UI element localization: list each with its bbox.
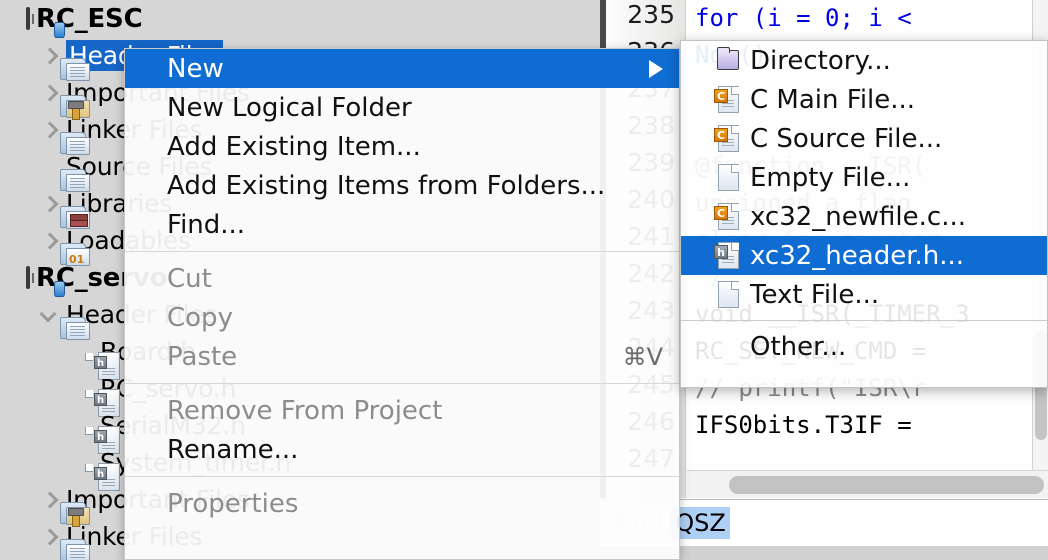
directory-icon [715,46,741,76]
submenu-separator [681,320,1047,321]
context-menu-item-label: Find... [167,209,246,240]
tree-row[interactable]: RC_ESC [0,0,600,38]
chevron-right-icon[interactable] [38,74,60,111]
horizontal-scroll-thumb[interactable] [729,476,1044,494]
tree-row-label: RC_ESC [36,3,143,34]
c-file-icon: C [714,202,741,232]
code-line-text: IFS0bits.T3IF = [695,411,912,439]
editor-horizontal-scrollbar[interactable] [687,470,1048,498]
context-menu-item[interactable]: Rename... [125,430,679,469]
blank-file-icon [715,163,741,193]
context-menu-item-label: Copy [167,302,233,333]
context-menu-item-label: Remove From Project [167,395,443,426]
submenu-item[interactable]: Text File... [681,275,1047,314]
submenu-item-label: C Source File... [750,123,943,154]
submenu-item[interactable]: C C Source File... [681,119,1047,158]
menu-separator [125,251,679,252]
context-menu-item-label: Rename... [167,434,299,465]
chevron-right-icon[interactable] [38,111,60,148]
tree-row-icon [26,266,65,297]
context-menu-item-label: Properties [167,488,299,519]
c-file-icon: C [714,85,741,115]
code-line: IFS0bits.T3IF = [687,407,1048,444]
chevron-right-icon[interactable] [38,518,60,555]
context-menu-item: Cut [125,259,679,298]
submenu-item-label: Other... [750,331,847,362]
project-chip-icon [26,7,65,38]
context-menu-item[interactable]: New Logical Folder [125,88,679,127]
context-menu-item-label: Cut [167,263,212,294]
chevron-right-icon[interactable] [38,222,60,259]
context-menu-item[interactable]: Add Existing Items from Folders... [125,166,679,205]
submenu-item[interactable]: Other... [681,327,1047,366]
new-submenu[interactable]: Directory... C C Main File... C C Source Fil… [680,40,1048,388]
context-menu-item-label: New Logical Folder [167,92,412,123]
chevron-right-icon[interactable] [38,37,60,74]
context-menu-item-label: Add Existing Items from Folders... [167,170,606,201]
code-line: for (i = 0; i < [687,0,1048,37]
submenu-arrow-icon [649,59,663,78]
code-line-text: for (i = 0; i < [695,4,912,32]
menu-separator [125,383,679,384]
submenu-item-label: xc32_newfile.c... [750,201,966,232]
context-menu-item: Remove From Project [125,391,679,430]
submenu-item-label: C Main File... [750,84,916,115]
tree-row-icon [26,7,65,38]
context-menu-item-label: Add Existing Item... [167,131,421,162]
context-menu-item: Paste ⌘V [125,337,679,376]
chevron-down-icon[interactable] [38,296,60,333]
context-menu-item[interactable]: Find... [125,205,679,244]
submenu-item-label: xc32_header.h... [750,240,965,271]
context-menu-item[interactable]: Add Existing Item... [125,127,679,166]
chevron-right-icon[interactable] [38,481,60,518]
submenu-item[interactable]: Empty File... [681,158,1047,197]
find-input[interactable]: QSZ [671,506,730,539]
no-icon [715,332,741,362]
context-menu-item-label: New [167,53,224,84]
submenu-item-label: Empty File... [750,162,911,193]
blank-file-icon [715,280,741,310]
context-menu-item[interactable]: New [125,49,679,88]
line-number: 235 [627,0,675,29]
submenu-item-label: Directory... [750,45,891,76]
submenu-item[interactable]: Cxc32_newfile.c... [681,197,1047,236]
submenu-item[interactable]: Directory... [681,41,1047,80]
menu-accelerator: ⌘V [622,342,663,371]
submenu-item[interactable]: h xc32_header.h... [681,236,1047,275]
header-file-icon: h [714,241,741,271]
submenu-item[interactable]: C C Main File... [681,80,1047,119]
context-menu-item: Copy [125,298,679,337]
project-chip-icon [26,266,65,297]
c-file-icon: C [714,124,741,154]
context-menu-item-label: Paste [167,341,238,372]
chevron-right-icon[interactable] [38,185,60,222]
menu-separator [125,476,679,477]
submenu-item-label: Text File... [750,279,880,310]
context-menu-item: Properties [125,484,679,523]
chevron-down-icon[interactable] [38,555,60,560]
context-menu[interactable]: New New Logical Folder Add Existing Item..… [124,48,680,560]
